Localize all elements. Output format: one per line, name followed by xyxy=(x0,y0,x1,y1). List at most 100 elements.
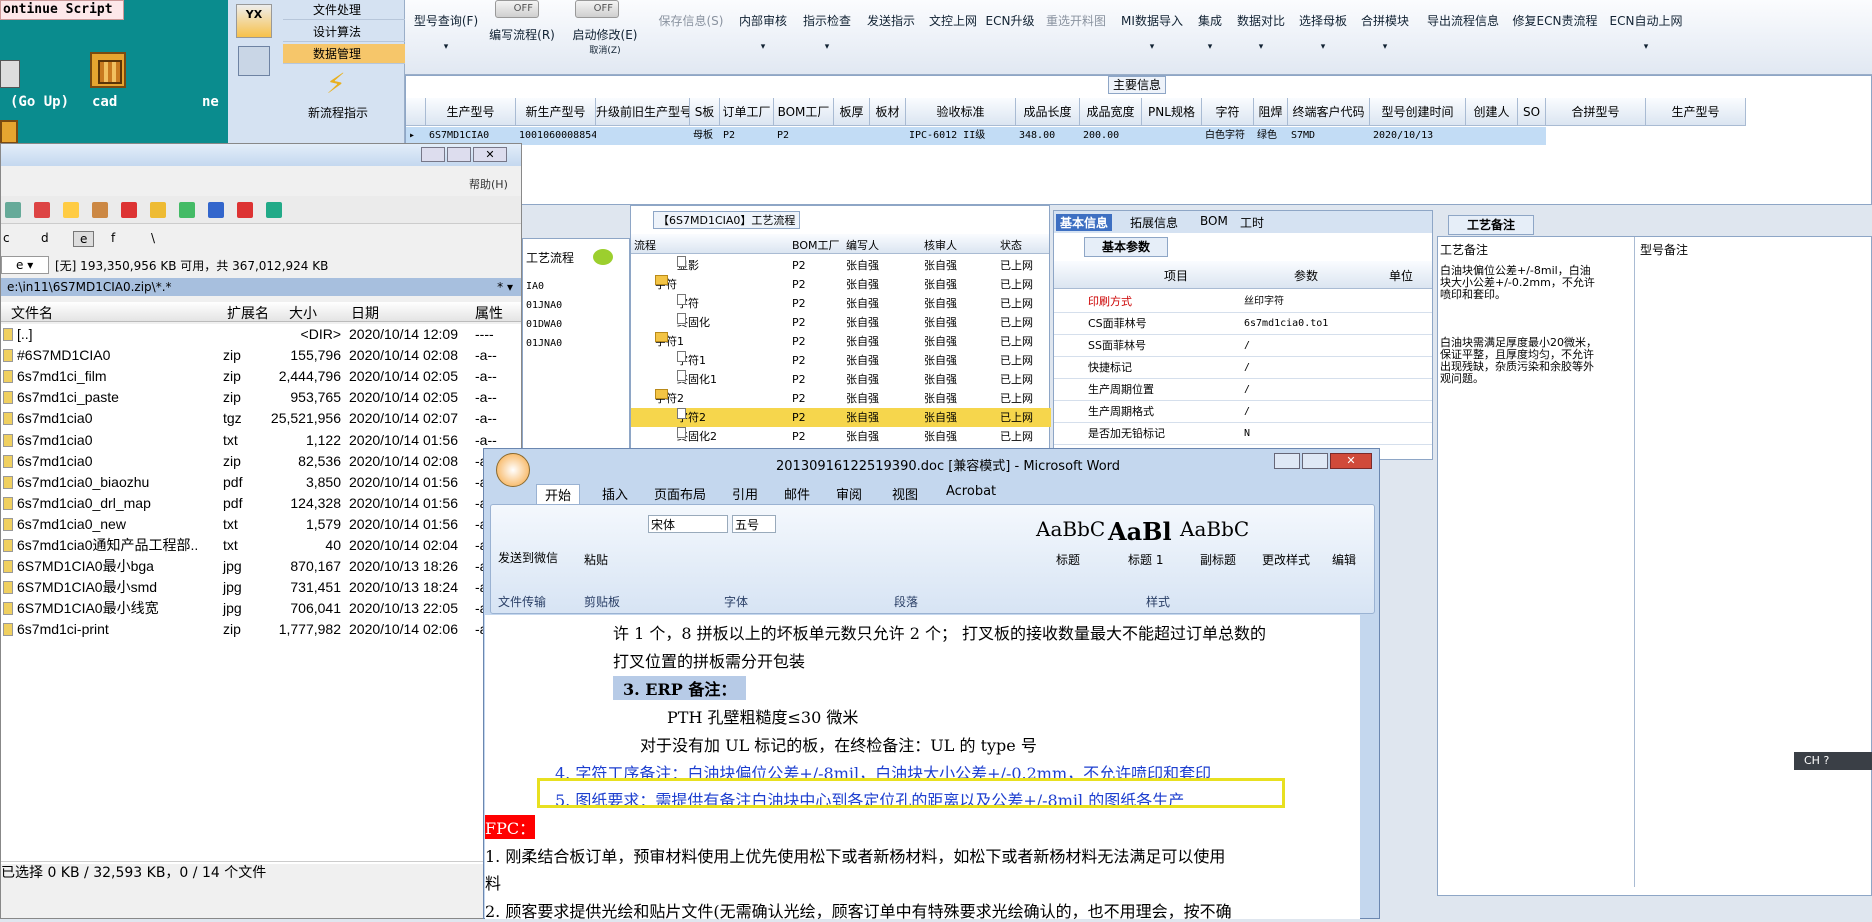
list-item[interactable]: 6s7md1ci_paste zip 953,765 2020/10/14 02:05… xyxy=(1,387,523,408)
nav-item-file[interactable]: 文件处理 xyxy=(283,0,405,20)
paste-button[interactable]: 粘贴 xyxy=(584,551,608,568)
cad-label[interactable]: cad xyxy=(92,94,117,110)
table-row[interactable]: 字符 P2 张自强 张自强 已上网 xyxy=(631,294,1051,313)
tab-0[interactable]: 开始 xyxy=(536,484,581,504)
column-header[interactable]: 日期 xyxy=(351,303,379,323)
list-item[interactable]: 6S7MD1CIA0最小smd jpg 731,451 2020/10/13 18:2… xyxy=(1,577,523,598)
column-header[interactable]: 大小 xyxy=(289,303,317,323)
merge-button[interactable]: 合拼模块 ▾ xyxy=(1357,0,1413,75)
continue-script-label[interactable]: ontinue Script xyxy=(0,0,124,20)
table-row[interactable]: CS面菲林号 6s7md1cia0.to1 xyxy=(1054,313,1432,335)
compare-button[interactable]: 数据对比 ▾ xyxy=(1233,0,1289,75)
table-row[interactable]: 印刷方式 丝印字符 xyxy=(1054,291,1432,313)
repair-ecn-button[interactable]: 修复ECN责流程 xyxy=(1511,0,1599,75)
nav-item-design[interactable]: 设计算法 xyxy=(283,22,405,42)
toolbar-icon[interactable] xyxy=(179,202,195,218)
toolbar-icon[interactable] xyxy=(237,202,253,218)
close-icon[interactable]: ✕ xyxy=(473,147,507,162)
list-item[interactable]: 6S7MD1CIA0最小bga jpg 870,167 2020/10/13 18:2… xyxy=(1,556,523,577)
start-modify-button[interactable]: 启动修改(E) 取消(Z) xyxy=(568,0,642,75)
tab-2[interactable]: 页面布局 xyxy=(654,484,706,503)
save-info-button[interactable]: 保存信息(S) xyxy=(655,0,727,75)
style-sample[interactable]: AaBl xyxy=(1108,517,1172,546)
go-up-label[interactable]: (Go Up) xyxy=(10,94,69,110)
drive-2[interactable]: e xyxy=(73,231,95,247)
help-menu[interactable]: 帮助(H) xyxy=(469,176,508,192)
drive-0[interactable]: c xyxy=(3,231,10,245)
column-header[interactable]: 文件名 xyxy=(11,303,53,323)
folder-up-icon[interactable] xyxy=(0,60,20,88)
list-item[interactable]: 01DWA0 xyxy=(526,319,562,330)
list-item[interactable]: 01JNA0 xyxy=(526,338,562,349)
partial-icon[interactable] xyxy=(0,120,18,144)
internal-review-button[interactable]: 内部审核 ▾ xyxy=(735,0,791,75)
list-item[interactable]: 6S7MD1CIA0最小线宽 jpg 706,041 2020/10/13 22:05… xyxy=(1,598,523,619)
nav-item-data[interactable]: 数据管理 xyxy=(283,44,405,64)
list-item[interactable]: 6s7md1ci_film zip 2,444,796 2020/10/14 02:0… xyxy=(1,366,523,387)
table-row[interactable]: 是否加无铅标记 N xyxy=(1054,423,1432,445)
maximize-icon[interactable] xyxy=(1302,453,1328,469)
toolbar-icon[interactable] xyxy=(34,202,50,218)
write-process-button[interactable]: 编写流程(R) xyxy=(487,0,557,75)
toolbar-icon[interactable] xyxy=(5,202,21,218)
table-row[interactable]: 字符1 P2 张自强 张自强 已上网 xyxy=(631,332,1051,351)
edit-button[interactable]: 编辑 xyxy=(1332,551,1356,568)
mi-import-button[interactable]: MI数据导入 ▾ xyxy=(1117,0,1187,75)
tab-7[interactable]: Acrobat xyxy=(946,484,996,499)
toolbar-icon[interactable] xyxy=(150,202,166,218)
table-row[interactable]: 字符2 P2 张自强 张自强 已上网 xyxy=(631,389,1051,408)
maximize-icon[interactable] xyxy=(447,147,471,162)
toolbar-icon[interactable] xyxy=(266,202,282,218)
close-icon[interactable]: ✕ xyxy=(1330,453,1372,469)
size-select[interactable]: 五号 xyxy=(732,515,776,533)
integrate-button[interactable]: 集成 ▾ xyxy=(1193,0,1227,75)
table-row[interactable]: 字符 P2 张自强 张自强 已上网 xyxy=(631,275,1051,294)
ne-label[interactable]: ne xyxy=(202,94,219,110)
send-wechat-button[interactable]: 发送到微信 xyxy=(498,549,558,566)
tab-1[interactable]: 拓展信息 xyxy=(1130,214,1178,231)
model-query-button[interactable]: 型号查询(F) ▾ xyxy=(410,0,482,75)
list-item[interactable]: 01JNA0 xyxy=(526,300,562,311)
list-item[interactable]: [..] <DIR> 2020/10/14 12:09 ---- xyxy=(1,324,523,345)
drive-4[interactable]: \ xyxy=(151,231,155,245)
table-row[interactable]: 显影 P2 张自强 张自强 已上网 xyxy=(631,256,1051,275)
toolbar-icon[interactable] xyxy=(63,202,79,218)
table-row[interactable]: 终固化2 P2 张自强 张自强 已上网 xyxy=(631,427,1051,446)
list-item[interactable]: 6s7md1cia0zip82,5362020/10/14 02:08-a-- xyxy=(1,451,523,472)
tab-3[interactable]: 工时 xyxy=(1240,214,1264,231)
style-sample[interactable]: AaBbC xyxy=(1180,517,1249,541)
main-info-row[interactable]: ▸ 6S7MD1CIA0 10010600088544 母板 P2 P2 IPC-6012 … xyxy=(406,127,1546,145)
craft-tab[interactable]: 工艺备注 xyxy=(1448,215,1534,235)
cad-icon[interactable] xyxy=(90,52,126,88)
list-item[interactable]: 6s7md1cia0通知产品工程部.. txt 40 2020/10/14 02:04… xyxy=(1,535,523,556)
export-button[interactable]: 导出流程信息 xyxy=(1421,0,1505,75)
table-row[interactable]: 终固化1 P2 张自强 张自强 已上网 xyxy=(631,370,1051,389)
change-style-button[interactable]: 更改样式 xyxy=(1262,551,1310,568)
table-row[interactable]: 生产周期位置 / xyxy=(1054,379,1432,401)
ecn-auto-button[interactable]: ECN自动上网 ▾ xyxy=(1605,0,1687,75)
minimize-icon[interactable] xyxy=(1274,453,1300,469)
list-item[interactable]: 6s7md1cia0_drl_map pdf 124,328 2020/10/14 0… xyxy=(1,493,523,514)
table-row[interactable]: 字符1 P2 张自强 张自强 已上网 xyxy=(631,351,1051,370)
list-item[interactable]: 6s7md1ci-print zip 1,777,982 2020/10/14 02:… xyxy=(1,619,523,640)
list-item[interactable]: 6s7md1cia0_biaozhu pdf 3,850 2020/10/14 01:… xyxy=(1,472,523,493)
list-item[interactable]: #6S7MD1CIA0 zip 155,796 2020/10/14 02:08 -a-… xyxy=(1,345,523,366)
column-header[interactable]: 属性 xyxy=(475,303,503,323)
tab-5[interactable]: 审阅 xyxy=(836,484,862,503)
document-page[interactable]: 许 1 个，8 拼板以上的坏板单元数只允许 2 个； 打叉板的接收数量最大不能超… xyxy=(485,615,1360,921)
toolbar-icon[interactable] xyxy=(121,202,137,218)
select-mother-button[interactable]: 选择母板 ▾ xyxy=(1295,0,1351,75)
column-header[interactable]: 扩展名 xyxy=(227,303,269,323)
drive-1[interactable]: d xyxy=(41,231,49,245)
basic-subtab[interactable]: 基本参数 xyxy=(1084,237,1168,257)
tab-2[interactable]: BOM xyxy=(1200,214,1228,228)
font-select[interactable]: 宋体 xyxy=(648,515,728,533)
send-button[interactable]: 发送指示 xyxy=(863,0,919,75)
new-process-tip[interactable]: 新流程指示 xyxy=(308,104,368,121)
tab-4[interactable]: 邮件 xyxy=(784,484,810,503)
toolbar-icon[interactable] xyxy=(92,202,108,218)
tab-1[interactable]: 插入 xyxy=(602,484,628,503)
table-row[interactable]: 生产周期格式 / xyxy=(1054,401,1432,423)
reselect-button[interactable]: 重选开料图 xyxy=(1042,0,1110,75)
ecn-upgrade-button[interactable]: ECN升级 xyxy=(983,0,1037,75)
